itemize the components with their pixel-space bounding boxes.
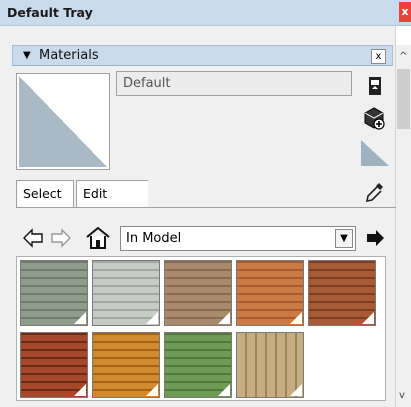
materials-section-header[interactable]: ▼ Materials x <box>12 45 393 66</box>
collection-dropdown-value: In Model <box>126 231 182 246</box>
material-swatch-amber-wood[interactable] <box>92 332 160 398</box>
materials-header-label: Materials <box>39 48 99 63</box>
material-swatch-gray-green-siding[interactable] <box>20 260 88 326</box>
material-preview <box>16 73 110 170</box>
material-swatch-light-gray-siding[interactable] <box>92 260 160 326</box>
material-swatch-bamboo[interactable] <box>236 332 304 398</box>
sample-paint-button[interactable] <box>364 180 386 204</box>
details-button[interactable] <box>364 227 386 249</box>
swatch-corner-marker <box>362 312 374 324</box>
material-swatch-green-siding[interactable] <box>164 332 232 398</box>
tray-close-button[interactable]: x <box>399 2 411 22</box>
collection-dropdown[interactable]: In Model ▼ <box>120 226 356 251</box>
swatch-corner-marker <box>290 312 302 324</box>
material-name-input[interactable] <box>120 74 348 93</box>
swatch-corner-marker <box>74 384 86 396</box>
swatch-corner-marker <box>146 384 158 396</box>
swatch-corner-marker <box>218 312 230 324</box>
material-preview-swatch <box>19 76 107 167</box>
swatch-corner-marker <box>146 312 158 324</box>
materials-grid <box>16 256 386 401</box>
tray-title: Default Tray <box>7 5 93 20</box>
tab-select[interactable]: Select <box>16 180 74 208</box>
dropdown-arrow-icon[interactable]: ▼ <box>335 229 353 248</box>
material-swatch-tan-siding[interactable] <box>164 260 232 326</box>
secondary-pane-icon <box>369 77 381 95</box>
materials-close-button[interactable]: x <box>371 49 386 64</box>
eyedropper-icon <box>365 183 383 203</box>
tray-title-bar: Default Tray x <box>0 0 411 26</box>
home-button[interactable] <box>84 224 112 252</box>
arrow-left-icon <box>23 228 43 248</box>
tray-scrollbar[interactable]: ^ v <box>396 45 411 407</box>
default-material-icon <box>361 140 389 166</box>
back-button[interactable] <box>22 227 44 249</box>
material-swatch-brown-wood[interactable] <box>308 260 376 326</box>
scroll-up-icon[interactable]: ^ <box>399 51 407 62</box>
material-swatch-dark-red-wood[interactable] <box>20 332 88 398</box>
default-material-button[interactable] <box>359 138 391 168</box>
create-material-icon <box>364 107 385 130</box>
forward-button[interactable] <box>50 227 72 249</box>
display-secondary-pane-button[interactable] <box>367 76 383 96</box>
scrollbar-thumb[interactable] <box>397 69 410 129</box>
scroll-down-icon[interactable]: v <box>399 390 405 401</box>
tab-edit[interactable]: Edit <box>76 180 148 208</box>
tab-divider <box>16 207 397 208</box>
material-name-field[interactable] <box>116 71 352 96</box>
arrow-right-filled-icon <box>367 230 384 246</box>
collapse-triangle-icon[interactable]: ▼ <box>23 50 31 61</box>
swatch-corner-marker <box>290 384 302 396</box>
arrow-right-icon <box>51 228 71 248</box>
material-swatch-orange-wood[interactable] <box>236 260 304 326</box>
home-icon <box>86 226 110 249</box>
swatch-corner-marker <box>218 384 230 396</box>
swatch-corner-marker <box>74 312 86 324</box>
create-material-button[interactable] <box>362 105 386 131</box>
